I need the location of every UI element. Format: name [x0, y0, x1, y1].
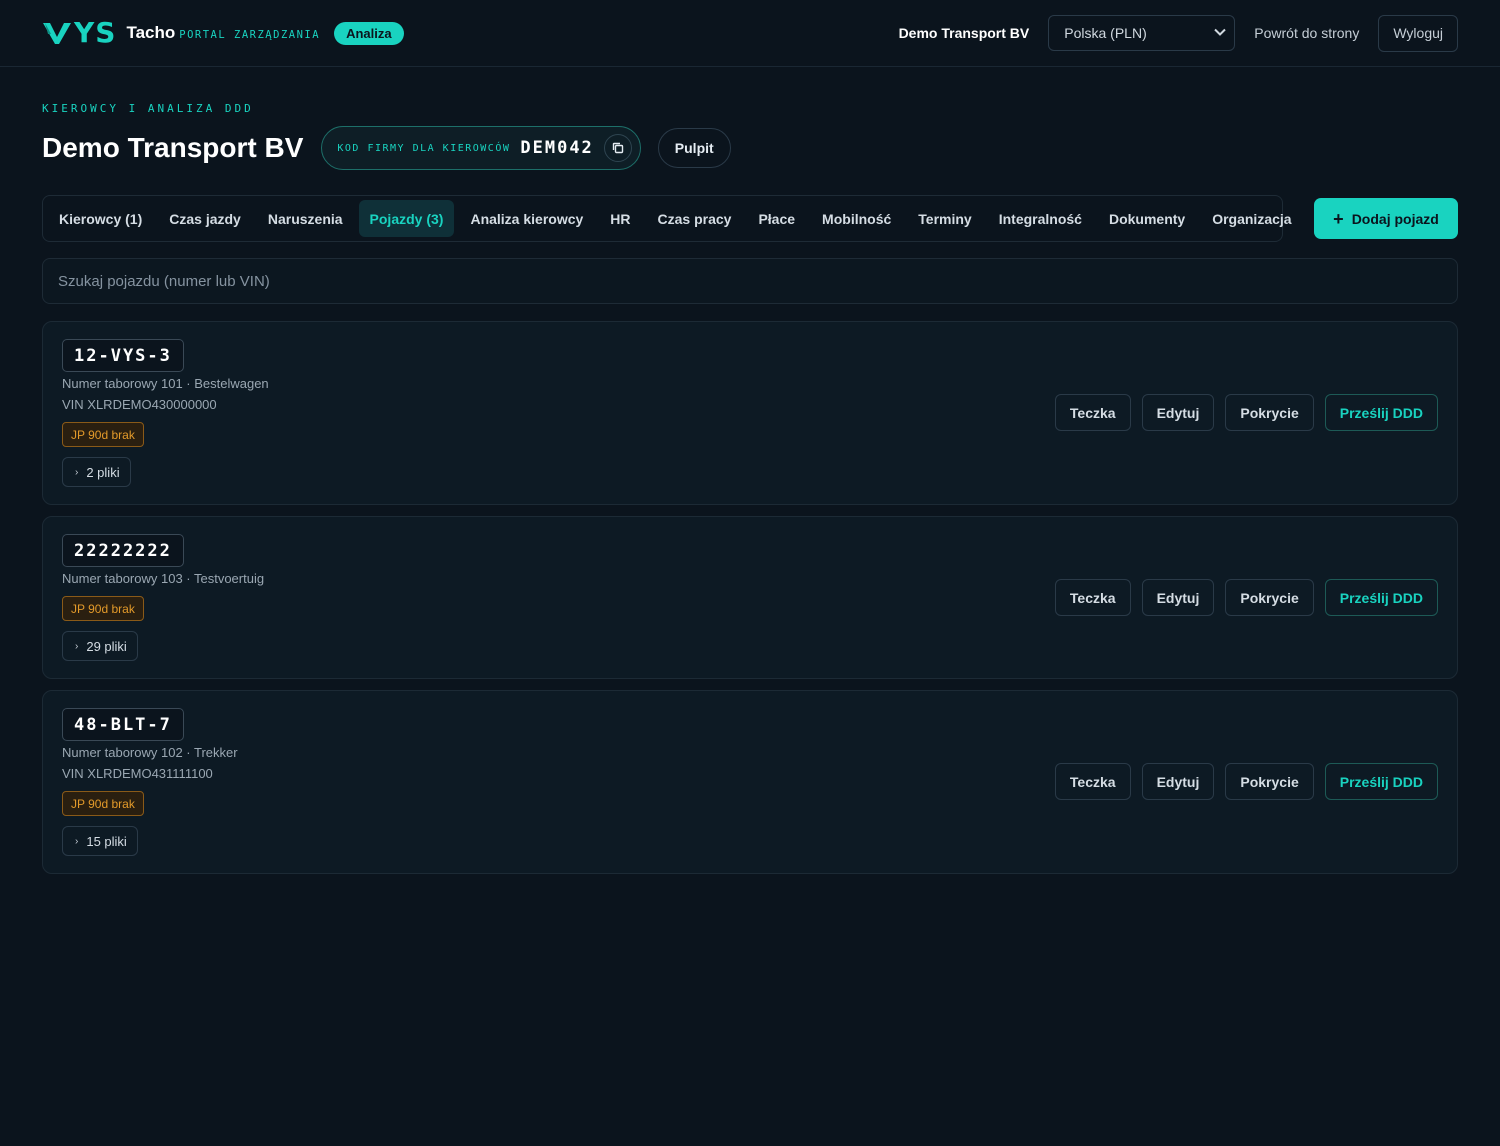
back-link[interactable]: Powrót do strony [1254, 25, 1359, 41]
edit-button[interactable]: Edytuj [1141, 579, 1215, 616]
logo-tacho: Tacho [126, 23, 176, 42]
tab-working-time[interactable]: Czas pracy [647, 200, 743, 237]
add-vehicle-button[interactable]: + Dodaj pojazd [1314, 198, 1458, 239]
dashboard-button[interactable]: Pulpit [657, 128, 731, 168]
tab-organization[interactable]: Organizacja [1201, 200, 1302, 237]
vehicle-actions: Teczka Edytuj Pokrycie Prześlij DDD [1054, 394, 1438, 431]
files-toggle[interactable]: › 2 pliki [62, 457, 131, 487]
tab-documents[interactable]: Dokumenty [1098, 200, 1196, 237]
tab-driver-analysis[interactable]: Analiza kierowcy [459, 200, 594, 237]
logo-v-icon [42, 20, 72, 46]
logo[interactable]: YS Tacho PORTAL ZARZĄDZANIA Analiza [42, 19, 404, 47]
license-plate: 22222222 [62, 534, 184, 567]
logo-text: YS [74, 16, 117, 49]
edit-button[interactable]: Edytuj [1141, 394, 1215, 431]
tab-integrity[interactable]: Integralność [988, 200, 1093, 237]
tab-vehicles[interactable]: Pojazdy (3) [358, 200, 455, 237]
tab-payroll[interactable]: Płace [747, 200, 806, 237]
tab-drivers[interactable]: Kierowcy (1) [48, 200, 153, 237]
chevron-right-icon: › [75, 466, 79, 478]
files-count: 2 pliki [86, 464, 120, 480]
top-bar: YS Tacho PORTAL ZARZĄDZANIA Analiza Demo… [0, 0, 1500, 67]
vehicle-search [42, 258, 1458, 304]
vehicle-card: 48-BLT-7 Numer taborowy 102 · Trekker VI… [42, 690, 1458, 874]
coverage-button[interactable]: Pokrycie [1225, 394, 1314, 431]
upload-ddd-button[interactable]: Prześlij DDD [1324, 579, 1438, 616]
vehicle-meta: Numer taborowy 101 · Bestelwagen [62, 376, 269, 391]
chevron-down-icon [1214, 27, 1226, 39]
license-plate: 12-VYS-3 [62, 339, 184, 372]
license-plate: 48-BLT-7 [62, 708, 184, 741]
vehicle-meta: Numer taborowy 103 · Testvoertuig [62, 571, 265, 586]
vehicle-actions: Teczka Edytuj Pokrycie Prześlij DDD [1054, 763, 1438, 800]
company-name: Demo Transport BV [898, 25, 1030, 41]
country-select[interactable]: Polska (PLN) [1048, 15, 1236, 51]
status-badge: JP 90d brak [62, 791, 144, 816]
files-toggle[interactable]: › 15 pliki [62, 826, 138, 856]
files-toggle[interactable]: › 29 pliki [62, 631, 138, 661]
tab-bar: Kierowcy (1) Czas jazdy Naruszenia Pojaz… [42, 195, 1292, 242]
logo-subtitle: PORTAL ZARZĄDZANIA [179, 28, 321, 41]
company-code-pill: KOD FIRMY DLA KIEROWCÓW DEM042 [321, 126, 641, 170]
tab-deadlines[interactable]: Terminy [907, 200, 982, 237]
company-code-value: DEM042 [520, 138, 594, 158]
folder-button[interactable]: Teczka [1054, 394, 1131, 431]
country-select-value: Polska (PLN) [1064, 25, 1147, 41]
vehicle-meta: Numer taborowy 102 · Trekker [62, 745, 238, 760]
copy-icon[interactable] [603, 134, 632, 162]
add-vehicle-label: Dodaj pojazd [1351, 210, 1439, 227]
files-count: 15 pliki [86, 833, 127, 849]
folder-button[interactable]: Teczka [1054, 579, 1131, 616]
page-title: Demo Transport BV [42, 132, 304, 163]
folder-button[interactable]: Teczka [1054, 763, 1131, 800]
files-count: 29 pliki [86, 638, 127, 654]
tab-driving-time[interactable]: Czas jazdy [158, 200, 252, 237]
chevron-right-icon: › [75, 640, 79, 652]
tab-hr[interactable]: HR [599, 200, 641, 237]
vehicle-actions: Teczka Edytuj Pokrycie Prześlij DDD [1054, 579, 1438, 616]
vehicle-search-input[interactable] [58, 272, 1442, 290]
plus-icon: + [1333, 208, 1344, 229]
tab-mobility[interactable]: Mobilność [811, 200, 902, 237]
mode-badge: Analiza [334, 21, 404, 45]
edit-button[interactable]: Edytuj [1141, 763, 1215, 800]
status-badge: JP 90d brak [62, 596, 144, 621]
vehicle-card: 22222222 Numer taborowy 103 · Testvoertu… [42, 516, 1458, 679]
logout-button[interactable]: Wyloguj [1378, 14, 1458, 52]
tab-violations[interactable]: Naruszenia [257, 200, 354, 237]
vehicle-card: 12-VYS-3 Numer taborowy 101 · Bestelwage… [42, 321, 1458, 505]
coverage-button[interactable]: Pokrycie [1225, 579, 1314, 616]
company-code-label: KOD FIRMY DLA KIEROWCÓW [337, 142, 511, 154]
vehicle-vin: VIN XLRDEMO431111100 [62, 766, 213, 781]
chevron-right-icon: › [75, 835, 79, 847]
upload-ddd-button[interactable]: Prześlij DDD [1324, 394, 1438, 431]
section-eyebrow: KIEROWCY I ANALIZA DDD [42, 102, 254, 115]
status-badge: JP 90d brak [62, 422, 144, 447]
upload-ddd-button[interactable]: Prześlij DDD [1324, 763, 1438, 800]
coverage-button[interactable]: Pokrycie [1225, 763, 1314, 800]
vehicle-vin: VIN XLRDEMO430000000 [62, 397, 217, 412]
